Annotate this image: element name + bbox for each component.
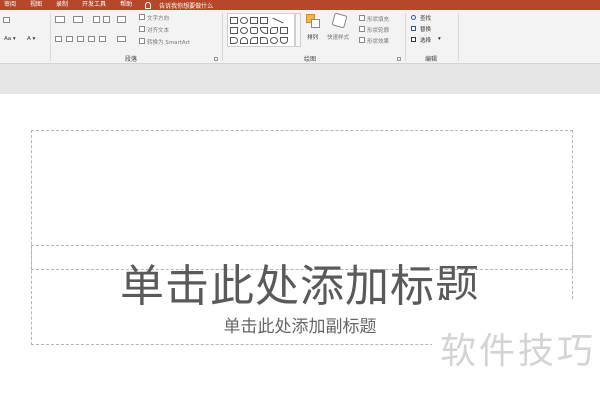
tab-record[interactable]: 录制 bbox=[49, 0, 75, 10]
square-shape-icon[interactable] bbox=[230, 27, 238, 34]
drawing-group-label: 绘图 bbox=[303, 56, 316, 63]
ribbon: Aa ▾ A ▾ 文字方向 对齐文本 转换为 SmartArt 段落 排列 快速… bbox=[0, 10, 600, 64]
powerpoint-window: 审阅 视图 录制 开发工具 帮助 告诉我你想要做什么 Aa ▾ A ▾ 文字方向… bbox=[0, 0, 600, 400]
connector-shape-icon[interactable] bbox=[280, 27, 288, 34]
replace-button[interactable]: 替换 bbox=[420, 25, 431, 33]
drawing-group: 排列 快速样式 形状填充 形状轮廓 形状效果 绘图 bbox=[0, 10, 600, 64]
select-dropdown-icon[interactable]: ▾ bbox=[438, 36, 441, 42]
tab-view[interactable]: 视图 bbox=[23, 0, 49, 10]
tell-me-box[interactable]: 告诉我你想要做什么 bbox=[145, 1, 213, 10]
shape-fill-icon bbox=[359, 15, 365, 21]
oval-shape-icon[interactable] bbox=[240, 17, 248, 24]
textbox-shape-icon[interactable] bbox=[250, 17, 258, 24]
shapes-gallery-scrollbar[interactable] bbox=[295, 13, 301, 47]
shape-outline-icon bbox=[359, 26, 365, 32]
circle-shape-icon[interactable] bbox=[240, 27, 248, 34]
find-button[interactable]: 查找 bbox=[420, 14, 431, 22]
wave-shape-icon[interactable] bbox=[280, 37, 288, 44]
shape-fill-button[interactable]: 形状填充 bbox=[367, 15, 389, 23]
tab-developer[interactable]: 开发工具 bbox=[75, 0, 113, 10]
arrange-front-icon bbox=[311, 19, 320, 28]
select-button[interactable]: 选择 bbox=[420, 36, 431, 44]
shape-effects-icon bbox=[359, 37, 365, 43]
line-shape-icon[interactable] bbox=[272, 17, 284, 24]
shape-effects-button[interactable]: 形状效果 bbox=[367, 37, 389, 45]
triangle-shape-icon[interactable] bbox=[260, 27, 268, 34]
shapes-gallery[interactable] bbox=[227, 13, 295, 47]
curve-shape-icon[interactable] bbox=[250, 37, 258, 44]
lightbulb-icon bbox=[145, 1, 152, 9]
quick-styles-button[interactable] bbox=[331, 12, 353, 32]
arrange-label: 排列 bbox=[307, 35, 319, 41]
editing-group-label: 编辑 bbox=[424, 56, 437, 63]
rectangle-shape-icon[interactable] bbox=[230, 17, 238, 24]
watermark: 软件技巧 bbox=[440, 331, 597, 372]
tab-help[interactable]: 帮助 bbox=[113, 0, 139, 10]
tell-me-text: 告诉我你想要做什么 bbox=[159, 2, 214, 10]
picture-shape-icon[interactable] bbox=[260, 17, 268, 24]
right-arrow-shape-icon[interactable] bbox=[230, 37, 238, 44]
quick-styles-label: 快速样式 bbox=[327, 35, 350, 41]
down-arrow-shape-icon[interactable] bbox=[240, 37, 248, 44]
arrow-shape-icon[interactable] bbox=[270, 27, 278, 34]
find-icon bbox=[411, 15, 416, 20]
tab-review[interactable]: 审阅 bbox=[0, 0, 23, 10]
drawing-launcher-icon[interactable] bbox=[397, 57, 401, 61]
brace-shape-icon[interactable] bbox=[270, 37, 278, 44]
ribbon-tab-bar: 审阅 视图 录制 开发工具 帮助 告诉我你想要做什么 bbox=[0, 0, 600, 10]
shape-outline-button[interactable]: 形状轮廓 bbox=[367, 26, 389, 34]
replace-icon bbox=[411, 26, 416, 31]
quick-styles-icon bbox=[331, 12, 348, 29]
rounded-rect-shape-icon[interactable] bbox=[250, 27, 258, 34]
freeform-shape-icon[interactable] bbox=[260, 37, 268, 44]
select-cursor-icon bbox=[411, 37, 416, 42]
editing-group: 查找 替换 选择 ▾ 编辑 bbox=[406, 10, 456, 64]
arrange-button[interactable] bbox=[306, 14, 326, 32]
